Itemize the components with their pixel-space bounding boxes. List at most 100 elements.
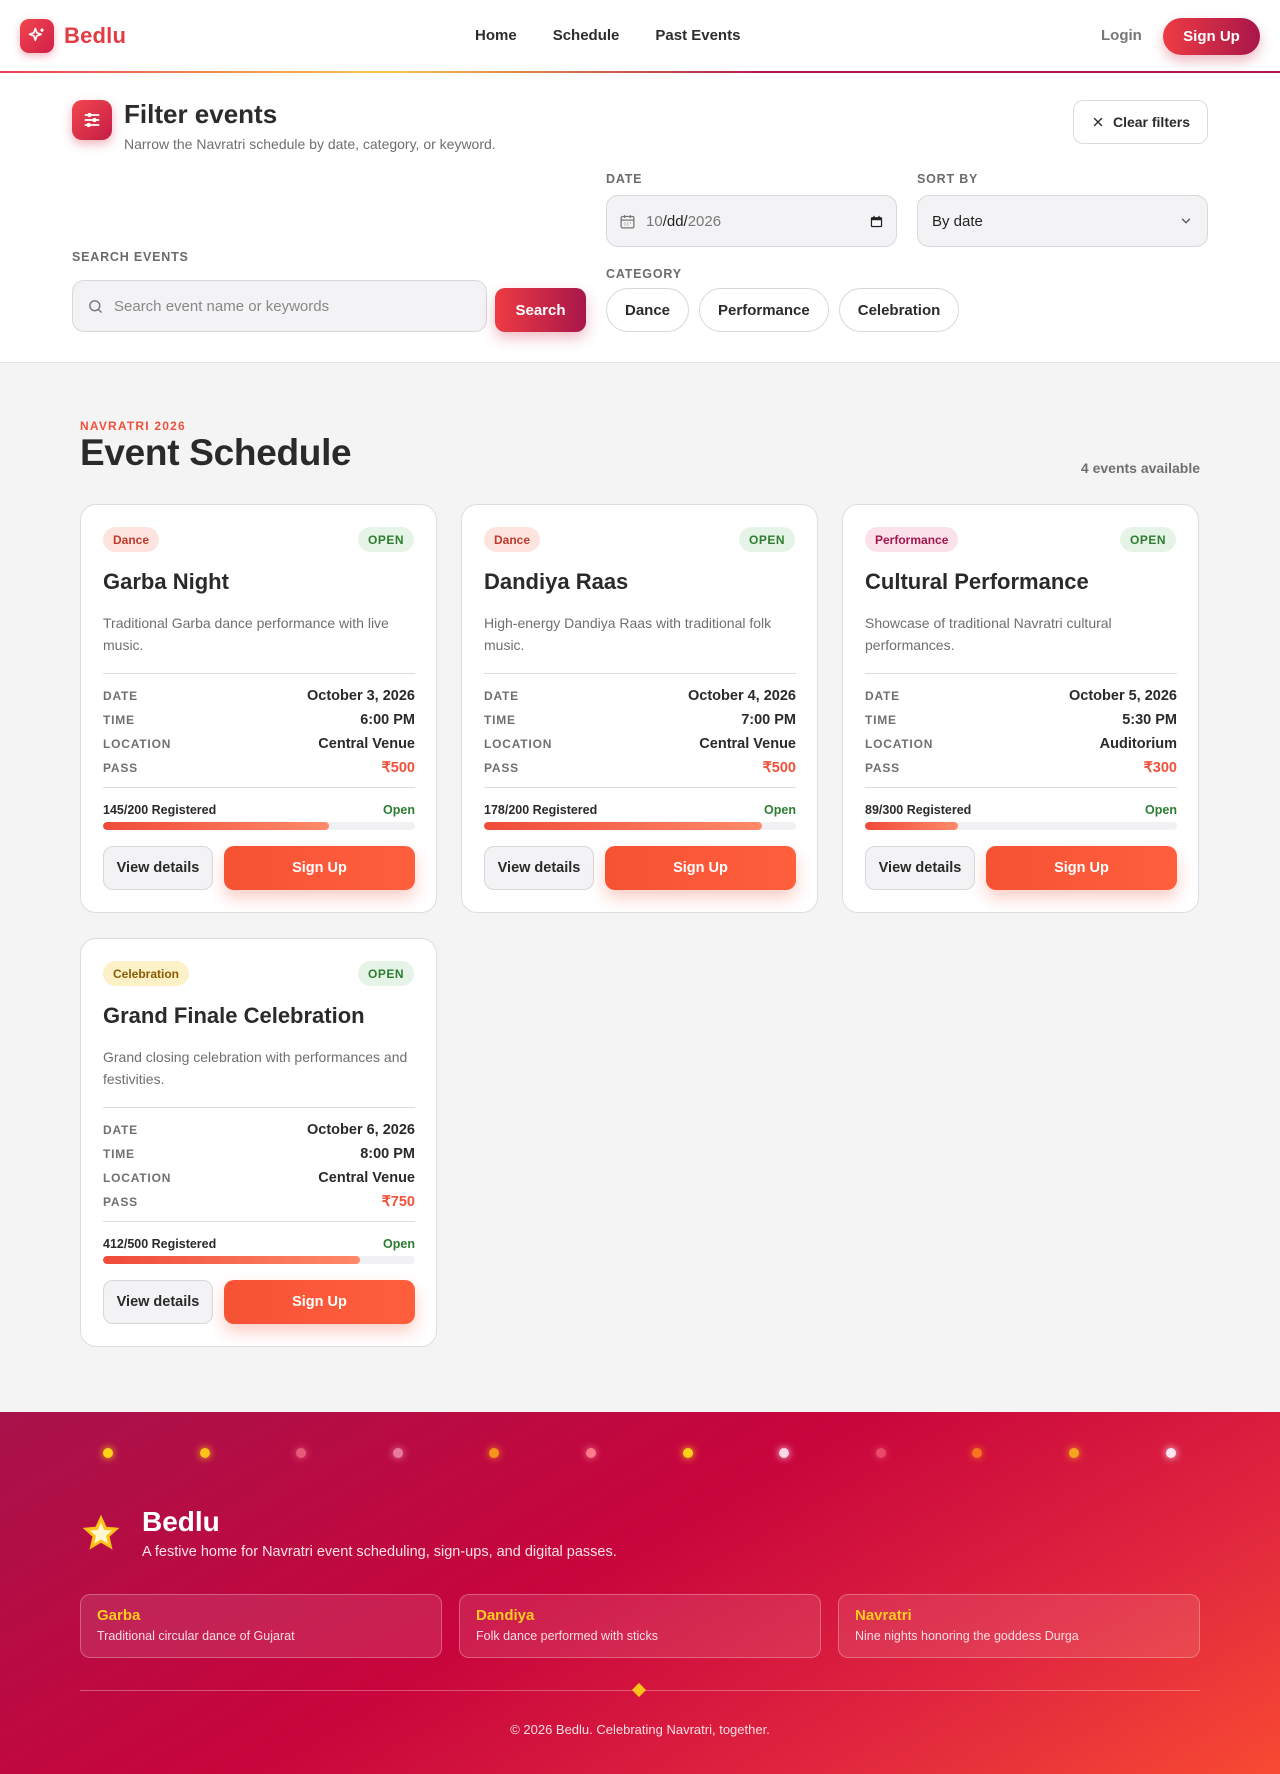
row-label: PASS bbox=[865, 761, 900, 775]
brand-logo[interactable]: Bedlu bbox=[20, 19, 126, 53]
card-divider bbox=[865, 673, 1177, 674]
event-date: October 3, 2026 bbox=[307, 688, 415, 704]
location-row: LOCATION Central Venue bbox=[484, 736, 796, 752]
card-divider bbox=[484, 787, 796, 788]
date-year: 2026 bbox=[687, 212, 722, 230]
event-signup-button[interactable]: Sign Up bbox=[224, 846, 415, 890]
row-label: TIME bbox=[484, 713, 516, 727]
registration-progress bbox=[103, 1256, 415, 1264]
signup-button[interactable]: Sign Up bbox=[1163, 18, 1260, 55]
card-divider bbox=[484, 673, 796, 674]
category-tag: Dance bbox=[103, 527, 160, 552]
filter-panel: Filter events Narrow the Navratri schedu… bbox=[0, 73, 1280, 363]
registration-status: Open bbox=[1145, 803, 1177, 817]
category-chip-celebration[interactable]: Celebration bbox=[838, 288, 960, 332]
status-badge: OPEN bbox=[357, 961, 414, 986]
row-label: DATE bbox=[103, 689, 138, 703]
event-card[interactable]: Performance OPEN Cultural Performance Showc… bbox=[842, 504, 1199, 913]
event-price: ₹300 bbox=[1143, 760, 1177, 776]
card-divider bbox=[103, 787, 415, 788]
row-label: DATE bbox=[103, 1123, 138, 1137]
date-input[interactable]: 10/dd/2026 bbox=[606, 195, 897, 247]
search-input[interactable]: Search event name or keywords bbox=[72, 280, 487, 332]
card-divider bbox=[865, 787, 1177, 788]
view-details-button[interactable]: View details bbox=[103, 846, 213, 890]
top-navbar: Bedlu Home Schedule Past Events Login Si… bbox=[0, 0, 1280, 72]
category-tag: Celebration bbox=[103, 961, 190, 986]
light-dot bbox=[1069, 1448, 1079, 1458]
time-row: TIME 8:00 PM bbox=[103, 1146, 415, 1162]
event-time: 6:00 PM bbox=[360, 712, 415, 728]
sort-label: SORT BY bbox=[917, 172, 979, 186]
registration-info: 178/200 Registered Open bbox=[484, 803, 796, 817]
event-title: Cultural Performance bbox=[865, 569, 1089, 594]
time-row: TIME 5:30 PM bbox=[865, 712, 1177, 728]
registration-status: Open bbox=[764, 803, 796, 817]
sort-value: By date bbox=[932, 212, 983, 230]
location-row: LOCATION Central Venue bbox=[103, 736, 415, 752]
light-dot bbox=[199, 1448, 210, 1458]
event-signup-button[interactable]: Sign Up bbox=[986, 846, 1177, 890]
nav-link-schedule[interactable]: Schedule bbox=[553, 27, 620, 44]
registration-count: 178/200 Registered bbox=[484, 803, 598, 817]
light-dot bbox=[972, 1448, 983, 1458]
category-tag: Performance bbox=[865, 527, 959, 552]
view-details-button[interactable]: View details bbox=[865, 846, 975, 890]
footer-card-desc: Nine nights honoring the goddess Durga bbox=[855, 1629, 1079, 1643]
nav-link-past-events[interactable]: Past Events bbox=[655, 27, 740, 44]
pass-row: PASS ₹750 bbox=[103, 1194, 415, 1210]
light-dot bbox=[296, 1448, 307, 1458]
event-description: Traditional Garba dance performance with… bbox=[103, 615, 389, 653]
category-chip-dance[interactable]: Dance bbox=[606, 288, 690, 332]
clear-filters-button[interactable]: Clear filters bbox=[1073, 100, 1208, 144]
registration-count: 412/500 Registered bbox=[103, 1237, 217, 1251]
registration-status: Open bbox=[383, 1237, 415, 1251]
light-dot bbox=[1165, 1448, 1176, 1458]
calendar-picker-icon[interactable] bbox=[869, 214, 884, 229]
nav-link-home[interactable]: Home bbox=[475, 27, 517, 44]
event-location: Auditorium bbox=[1099, 736, 1177, 752]
sort-select[interactable]: By date bbox=[917, 195, 1208, 247]
event-price: ₹500 bbox=[381, 760, 415, 776]
light-dot bbox=[779, 1448, 790, 1458]
event-signup-button[interactable]: Sign Up bbox=[224, 1280, 415, 1324]
footer-card-garba: Garba Traditional circular dance of Guja… bbox=[80, 1594, 442, 1658]
view-details-button[interactable]: View details bbox=[103, 1280, 213, 1324]
copyright: © 2026 Bedlu. Celebrating Navratri, toge… bbox=[510, 1722, 770, 1737]
registration-info: 145/200 Registered Open bbox=[103, 803, 415, 817]
close-icon bbox=[1093, 117, 1103, 127]
time-row: TIME 6:00 PM bbox=[103, 712, 415, 728]
footer-card-dandiya: Dandiya Folk dance performed with sticks bbox=[459, 1594, 821, 1658]
schedule-title: Event Schedule bbox=[80, 432, 352, 473]
category-chips: Dance Performance Celebration bbox=[606, 288, 960, 332]
light-dot bbox=[489, 1448, 500, 1458]
event-card[interactable]: Celebration OPEN Grand Finale Celebration G… bbox=[80, 938, 437, 1347]
location-row: LOCATION Auditorium bbox=[865, 736, 1177, 752]
sparkle-logo-icon bbox=[20, 19, 54, 53]
event-location: Central Venue bbox=[318, 736, 415, 752]
registration-progress bbox=[103, 822, 415, 830]
view-details-button[interactable]: View details bbox=[484, 846, 594, 890]
light-dot bbox=[682, 1448, 693, 1458]
date-label: DATE bbox=[606, 172, 643, 186]
date-row: DATE October 5, 2026 bbox=[865, 688, 1177, 704]
category-chip-performance[interactable]: Performance bbox=[699, 288, 829, 332]
events-count: 4 events available bbox=[1080, 460, 1200, 476]
light-dot bbox=[103, 1448, 113, 1458]
event-description: Showcase of traditional Navratri cultura… bbox=[865, 615, 1112, 653]
row-label: LOCATION bbox=[865, 737, 934, 751]
login-link[interactable]: Login bbox=[1101, 27, 1142, 44]
event-date: October 4, 2026 bbox=[688, 688, 796, 704]
time-row: TIME 7:00 PM bbox=[484, 712, 796, 728]
event-signup-button[interactable]: Sign Up bbox=[605, 846, 796, 890]
event-card[interactable]: Dance OPEN Garba Night Traditional Garba da… bbox=[80, 504, 437, 913]
row-label: TIME bbox=[103, 713, 135, 727]
row-label: PASS bbox=[103, 1195, 138, 1209]
search-button[interactable]: Search bbox=[495, 288, 586, 332]
progress-fill bbox=[865, 822, 958, 830]
status-badge: OPEN bbox=[738, 527, 795, 552]
status-badge: OPEN bbox=[1119, 527, 1176, 552]
chevron-down-icon bbox=[1181, 218, 1191, 224]
card-divider bbox=[103, 673, 415, 674]
event-card[interactable]: Dance OPEN Dandiya Raas High-energy Dandiya… bbox=[461, 504, 818, 913]
